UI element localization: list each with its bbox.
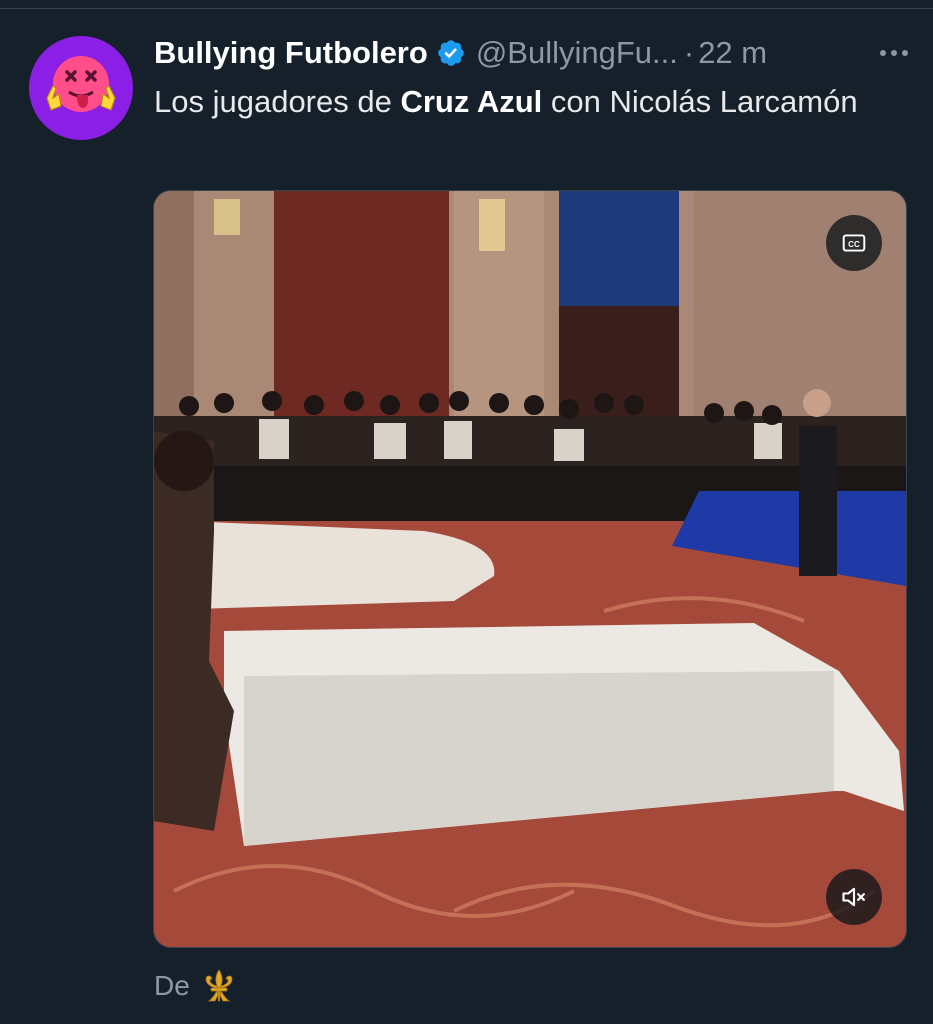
more-options-icon[interactable] [874,36,914,70]
footer-line: De [154,966,236,1006]
video-player[interactable]: CC [153,190,907,948]
cc-icon: CC [842,234,866,252]
muted-speaker-icon [842,887,865,907]
fleur-de-lis-icon [202,968,236,1004]
footer-label: De [154,970,190,1001]
tweet-time[interactable]: 22 m [698,35,767,71]
tweet-text: Los jugadores de Cruz Azul con Nicolás L… [154,80,894,124]
tweet-header: Bullying Futbolero @BullyingFu... · 22 m [154,28,914,78]
author-handle[interactable]: @BullyingFu... [476,35,678,71]
tweet-text-part1: Los jugadores de [154,84,401,119]
video-frame [154,191,906,947]
svg-text:CC: CC [848,240,860,249]
author-display-name[interactable]: Bullying Futbolero [154,35,428,71]
unmute-button[interactable] [826,869,882,925]
tweet-text-part2: con Nicolás Larcamón [542,84,858,119]
top-divider [0,0,933,9]
dizzy-tongue-face-icon [46,56,116,112]
tweet-text-bold: Cruz Azul [400,84,543,119]
avatar[interactable] [29,36,133,140]
verified-badge-icon [436,38,466,68]
separator-dot: · [683,35,695,70]
captions-button[interactable]: CC [826,215,882,271]
